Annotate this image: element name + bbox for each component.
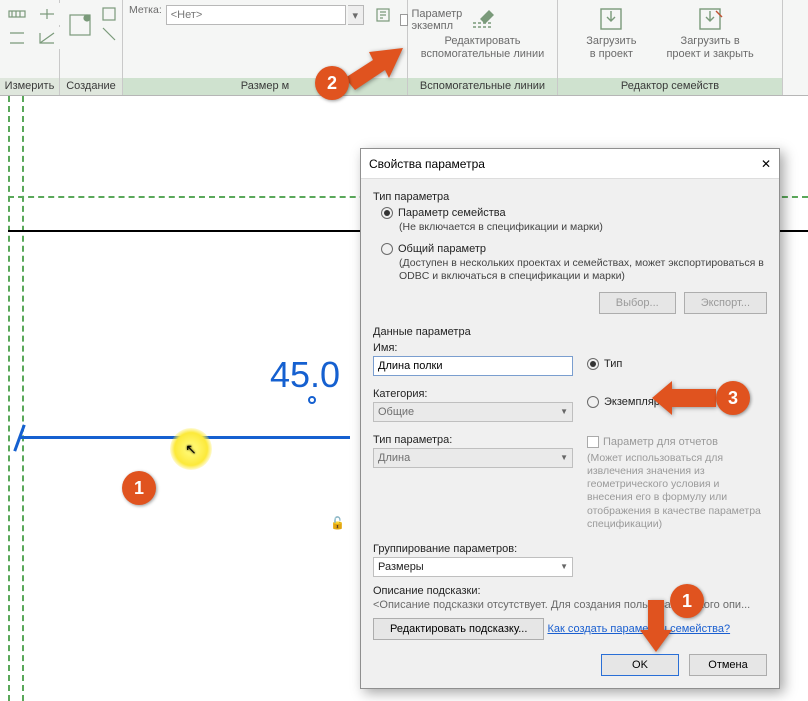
report-chk-label: Параметр для отчетов xyxy=(603,436,718,448)
radio-off-icon xyxy=(381,243,393,255)
metka-edit-icon[interactable] xyxy=(370,4,396,26)
ref-line-v2 xyxy=(22,96,24,701)
arrow-3-icon xyxy=(652,381,716,418)
name-label: Имя: xyxy=(373,342,573,354)
create-tool-2-icon[interactable] xyxy=(100,5,118,23)
panel-editor: Загрузитьв проект Загрузить впроект и за… xyxy=(558,0,783,95)
edit-reflines-button[interactable]: Редактироватьвспомогательные линии xyxy=(413,3,553,62)
create-tool-3-icon[interactable] xyxy=(100,25,118,43)
chevron-down-icon: ▼ xyxy=(560,562,568,571)
ref-line-v1 xyxy=(8,96,10,701)
panel-reflines: Редактироватьвспомогательные линии Вспом… xyxy=(408,0,558,95)
load-close-button[interactable]: Загрузить впроект и закрыть xyxy=(658,3,761,62)
measure-tool-1-icon[interactable] xyxy=(4,3,30,25)
radio-shared-param[interactable]: Общий параметр xyxy=(381,243,767,255)
measure-tool-2-icon[interactable] xyxy=(4,27,30,49)
checkbox-icon xyxy=(400,14,408,26)
radio-on-icon xyxy=(587,358,599,370)
chevron-down-icon[interactable]: ▾ xyxy=(348,5,364,25)
parameter-properties-dialog: Свойства параметра ✕ Тип параметра Парам… xyxy=(360,148,780,689)
panel-measure-title: Измерить xyxy=(0,78,59,95)
panel-measure: Измерить xyxy=(0,0,60,95)
cursor-highlight xyxy=(170,428,212,470)
load-project-button[interactable]: Загрузитьв проект xyxy=(578,3,644,62)
family-hint: (Не включается в спецификации и марки) xyxy=(399,221,767,235)
panel-create-title: Создание xyxy=(60,78,122,95)
tooltip-label: Описание подсказки: xyxy=(373,585,767,597)
panel-reflines-title: Вспомогательные линии xyxy=(408,78,557,95)
measure-tool-4-icon[interactable] xyxy=(34,27,60,49)
radio-on-icon xyxy=(381,207,393,219)
chevron-down-icon: ▼ xyxy=(560,453,568,462)
group-value: Размеры xyxy=(378,561,424,573)
measure-tool-3-icon[interactable] xyxy=(34,3,60,25)
tooltip-text: <Описание подсказки отсутствует. Для соз… xyxy=(373,599,767,611)
dimension-value[interactable]: 45.0 xyxy=(270,354,340,396)
edit-reflines-l1: Редактировать xyxy=(445,35,521,47)
category-label: Категория: xyxy=(373,388,573,400)
metka-combo[interactable]: ▾ xyxy=(166,4,396,26)
report-note: (Может использоваться для извлечения зна… xyxy=(587,452,767,531)
ptype-label: Тип параметра: xyxy=(373,434,573,446)
ptype-value: Длина xyxy=(378,452,410,464)
group-combo[interactable]: Размеры ▼ xyxy=(373,557,573,577)
edit-reflines-l2: вспомогательные линии xyxy=(421,48,545,60)
dim-grip-icon[interactable] xyxy=(308,396,316,404)
ok-button[interactable]: OK xyxy=(601,654,679,676)
load-l1: Загрузить xyxy=(586,35,636,47)
radio-family-param[interactable]: Параметр семейства xyxy=(381,207,767,219)
ptype-combo: Длина ▼ xyxy=(373,448,573,468)
chevron-down-icon: ▼ xyxy=(560,407,568,416)
category-value: Общие xyxy=(378,406,414,418)
report-checkbox: Параметр для отчетов xyxy=(587,436,767,448)
group-label: Группирование параметров: xyxy=(373,543,573,555)
create-tool-1-icon[interactable] xyxy=(64,3,96,47)
callout-1: 1 xyxy=(122,471,156,505)
dialog-title: Свойства параметра xyxy=(369,157,485,171)
loadc-l2: проект и закрыть xyxy=(666,48,753,60)
help-link[interactable]: Как создать параметры семейства? xyxy=(547,623,730,635)
dialog-titlebar[interactable]: Свойства параметра ✕ xyxy=(361,149,779,179)
radio-family-label: Параметр семейства xyxy=(398,207,506,219)
export-button: Экспорт... xyxy=(684,292,767,314)
edit-tooltip-button[interactable]: Редактировать подсказку... xyxy=(373,618,544,640)
radio-type[interactable]: Тип xyxy=(587,358,767,370)
panel-create: Создание xyxy=(60,0,123,95)
metka-input[interactable] xyxy=(166,5,346,25)
callout-4: 1 xyxy=(670,584,704,618)
callout-3: 3 xyxy=(716,381,750,415)
radio-off-icon xyxy=(587,396,599,408)
close-icon[interactable]: ✕ xyxy=(761,157,771,171)
param-type-label: Тип параметра xyxy=(373,191,767,203)
arrow-2-icon xyxy=(345,48,403,93)
cancel-button[interactable]: Отмена xyxy=(689,654,767,676)
load-l2: в проект xyxy=(590,48,633,60)
metka-label: Метка: xyxy=(129,4,162,16)
select-button: Выбор... xyxy=(599,292,676,314)
callout-2: 2 xyxy=(315,66,349,100)
arrow-4-icon xyxy=(640,600,672,655)
shared-hint: (Доступен в нескольких проектах и семейс… xyxy=(399,257,767,284)
loadc-l1: Загрузить в xyxy=(681,35,740,47)
name-input[interactable] xyxy=(373,356,573,376)
radio-type-label: Тип xyxy=(604,358,622,370)
radio-shared-label: Общий параметр xyxy=(398,243,486,255)
panel-editor-title: Редактор семейств xyxy=(558,78,782,95)
param-data-label: Данные параметра xyxy=(373,326,767,338)
checkbox-icon xyxy=(587,436,599,448)
lock-icon[interactable]: 🔓 xyxy=(330,516,345,530)
ribbon: Измерить Создание Метка: ▾ Параметр экзе… xyxy=(0,0,808,96)
category-combo[interactable]: Общие ▼ xyxy=(373,402,573,422)
